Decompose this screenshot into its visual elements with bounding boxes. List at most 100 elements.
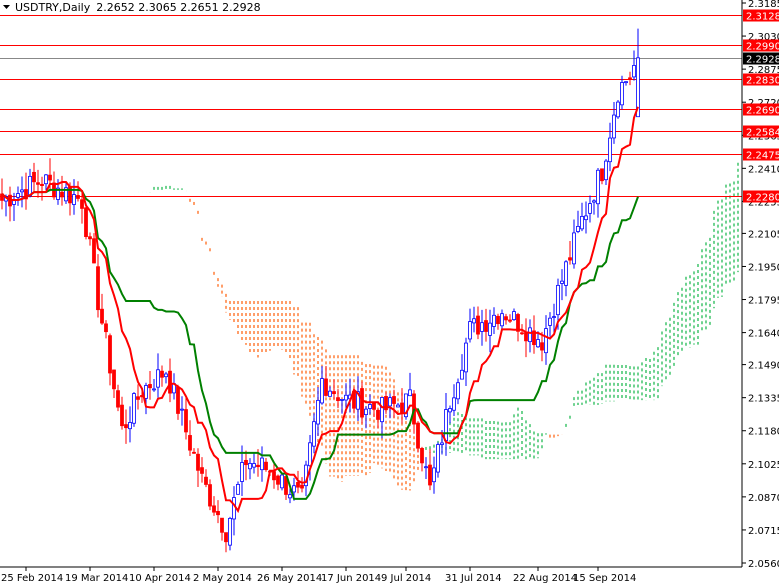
- candle-body: [360, 388, 364, 418]
- time-tick-label: 10 Apr 2014: [129, 573, 191, 584]
- candle-body: [428, 464, 432, 486]
- candle-body: [500, 313, 504, 327]
- candle-body: [600, 168, 604, 182]
- price-tick-label: 2.1335: [748, 394, 779, 405]
- current-price-label: 2.2928: [746, 55, 779, 66]
- candle-body: [176, 386, 180, 414]
- candle-body: [368, 404, 372, 409]
- price-chart[interactable]: 2.31852.30302.28752.27202.25652.24102.22…: [0, 0, 779, 584]
- support-resistance-lines: [0, 15, 742, 197]
- candle-body: [392, 396, 396, 404]
- price-tick-label: 2.1640: [748, 329, 779, 340]
- candle-body: [184, 409, 188, 433]
- candle-body: [616, 101, 620, 118]
- candle-body: [280, 474, 284, 489]
- candle-body: [204, 476, 208, 485]
- candle-body: [416, 422, 420, 449]
- candle-body: [88, 236, 92, 240]
- candle-body: [604, 160, 608, 181]
- candle-body: [460, 369, 464, 380]
- candle-body: [444, 409, 448, 442]
- candle-body: [288, 494, 292, 499]
- candle-body: [592, 200, 596, 203]
- candle-body: [16, 193, 20, 198]
- candle-body: [152, 388, 156, 391]
- candle-body: [216, 511, 220, 516]
- candle-body: [128, 422, 132, 430]
- time-tick-label: 19 Mar 2014: [65, 573, 128, 584]
- candle-body: [388, 397, 392, 407]
- candle-body: [192, 451, 196, 454]
- chart-title: USDTRY,Daily 2.2652 2.3065 2.2651 2.2928: [15, 1, 261, 14]
- candle-body: [612, 114, 616, 139]
- candle-body: [536, 339, 540, 348]
- candle-body: [248, 462, 252, 470]
- candle-body: [312, 421, 316, 447]
- candle-body: [516, 314, 520, 332]
- candle-body: [396, 404, 400, 408]
- candle-body: [112, 369, 116, 390]
- candle-body: [432, 467, 436, 483]
- candle-body: [408, 389, 412, 397]
- time-tick-label: 15 Sep 2014: [573, 573, 636, 584]
- candle-body: [464, 342, 468, 373]
- candle-body: [316, 399, 320, 425]
- candle-body: [96, 266, 100, 311]
- candle-body: [448, 408, 452, 413]
- candle-body: [160, 370, 164, 378]
- level-label: 2.3128: [746, 12, 779, 23]
- candle-body: [576, 225, 580, 232]
- price-tick-label: 2.1950: [748, 262, 779, 273]
- candle-body: [252, 463, 256, 468]
- candle-body: [136, 396, 140, 400]
- level-label: 2.2584: [746, 128, 779, 139]
- candle-body: [240, 462, 244, 482]
- candle-body: [124, 424, 128, 429]
- level-label: 2.2475: [746, 151, 779, 162]
- candle-body: [340, 398, 344, 401]
- candle-body: [32, 171, 36, 183]
- candle-body: [508, 319, 512, 322]
- candle-body: [72, 194, 76, 205]
- candle-body: [504, 316, 508, 321]
- candle-body: [132, 393, 136, 424]
- candle-body: [468, 321, 472, 340]
- symbol-menu-triangle-icon[interactable]: [3, 5, 10, 9]
- candle-body: [424, 466, 428, 469]
- ichimoku-cloud: [149, 162, 739, 491]
- price-tick-label: 2.1025: [748, 460, 779, 471]
- candle-body: [520, 332, 524, 335]
- candle-body: [380, 397, 384, 423]
- candle-body: [180, 408, 184, 411]
- candle-body: [292, 485, 296, 493]
- price-tick-label: 2.1795: [748, 296, 779, 307]
- candle-body: [164, 373, 168, 378]
- candle-body: [528, 327, 532, 343]
- price-tick-label: 2.2410: [748, 164, 779, 175]
- candle-body: [220, 517, 224, 533]
- candle-body: [36, 182, 40, 185]
- candle-body: [548, 317, 552, 326]
- candle-body: [488, 322, 492, 336]
- candle-body: [256, 464, 260, 468]
- candle-body: [244, 459, 248, 466]
- candle-body: [344, 394, 348, 401]
- level-label: 2.2690: [746, 106, 779, 117]
- candle-body: [540, 342, 544, 351]
- price-tick-label: 2.2105: [748, 229, 779, 240]
- candle-body: [332, 391, 336, 395]
- time-tick-label: 22 Aug 2014: [513, 573, 577, 584]
- candle-body: [572, 232, 576, 265]
- candle-body: [440, 442, 444, 445]
- candle-body: [400, 402, 404, 413]
- candle-body: [472, 318, 476, 324]
- candle-body: [68, 185, 72, 204]
- candle-body: [552, 316, 556, 318]
- candle-body: [104, 323, 108, 333]
- time-tick-label: 26 May 2014: [257, 573, 322, 584]
- candle-body: [80, 199, 84, 209]
- candle-body: [108, 335, 112, 374]
- candle-body: [264, 461, 268, 471]
- candle-body: [512, 311, 516, 321]
- candle-body: [496, 315, 500, 325]
